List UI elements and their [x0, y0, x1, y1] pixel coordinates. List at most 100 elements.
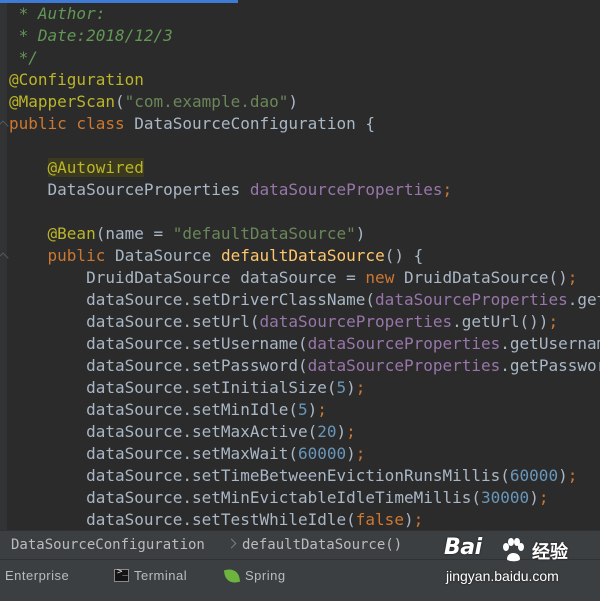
code-line[interactable]: dataSource.setUrl(dataSourceProperties.g…: [9, 311, 600, 333]
code-line[interactable]: dataSource.setMaxActive(20);: [9, 421, 600, 443]
code-token: ;: [346, 422, 356, 441]
terminal-tool-button[interactable]: Terminal: [134, 560, 187, 592]
code-token: DataSourceConfiguration {: [134, 114, 376, 133]
code-token: DataSourceProperties: [9, 180, 250, 199]
code-line[interactable]: dataSource.setInitialSize(5);: [9, 377, 600, 399]
code-token: ;: [442, 180, 453, 199]
code-line[interactable]: dataSource.setMinIdle(5);: [9, 399, 600, 421]
code-token: * Author:: [9, 4, 106, 23]
enterprise-tool-button[interactable]: Enterprise: [5, 560, 69, 592]
code-line[interactable]: dataSource.setDriverClassName(dataSource…: [9, 289, 600, 311]
watermark-brand: 经验: [532, 542, 568, 563]
code-line[interactable]: public class DataSourceConfiguration {: [0, 113, 600, 135]
code-token: dataSource.setMaxWait(: [9, 444, 298, 463]
breadcrumb-separator-icon: [226, 538, 237, 549]
code-token: 60000: [297, 444, 347, 463]
code-token: 20: [317, 422, 337, 441]
code-token: dataSourceProperties: [249, 180, 443, 199]
code-area[interactable]: * Author: * Date:2018/12/3 */ @Configurat…: [0, 3, 600, 530]
code-token: dataSource.setTimeBetweenEvictionRunsMil…: [9, 466, 510, 485]
code-line[interactable]: dataSource.setPassword(dataSourcePropert…: [9, 355, 600, 377]
code-token: ): [529, 488, 539, 507]
code-line[interactable]: DataSourceProperties dataSourcePropertie…: [9, 179, 600, 201]
code-token: ): [307, 400, 318, 419]
code-line[interactable]: * Date:2018/12/3: [9, 25, 600, 47]
code-token: ): [288, 92, 299, 111]
code-token: * Date:2018/12/3: [9, 26, 173, 45]
code-line[interactable]: dataSource.setMaxWait(60000);: [9, 443, 600, 465]
code-token: DruidDataSource dataSource =: [9, 268, 366, 287]
spring-tool-button[interactable]: Spring: [245, 560, 286, 592]
code-token: ): [336, 422, 347, 441]
fold-marker-icon[interactable]: [0, 120, 9, 132]
code-token: dataSource.setMinIdle(: [9, 400, 298, 419]
code-token: ;: [538, 488, 549, 507]
code-line[interactable]: * Author:: [9, 3, 600, 25]
code-line[interactable]: public DataSource defaultDataSource() {: [0, 245, 600, 267]
baidu-paw-icon: [503, 538, 524, 562]
code-token: @MapperScan: [9, 92, 115, 111]
fold-marker-icon[interactable]: [0, 252, 9, 264]
code-editor[interactable]: * Author: * Date:2018/12/3 */ @Configurat…: [0, 3, 600, 530]
code-line[interactable]: [9, 135, 600, 157]
code-token: DruidDataSource(): [403, 268, 568, 287]
code-token: ;: [355, 444, 366, 463]
code-token: dataSource.setUrl(: [9, 312, 260, 331]
code-line[interactable]: @MapperScan("com.example.dao"): [9, 91, 600, 113]
editor-gutter[interactable]: [0, 3, 7, 530]
code-token: dataSourceProperties: [307, 356, 501, 375]
code-token: ;: [317, 400, 327, 419]
code-line[interactable]: @Configuration: [9, 69, 600, 91]
code-token: "defaultDataSource": [172, 224, 356, 243]
terminal-icon: >_: [114, 567, 129, 582]
code-token: ;: [567, 268, 578, 287]
code-line[interactable]: [9, 201, 600, 223]
code-token: ;: [413, 510, 424, 529]
code-token: ;: [567, 466, 578, 485]
code-token: (: [114, 92, 125, 111]
code-line[interactable]: DruidDataSource dataSource = new DruidDa…: [9, 267, 600, 289]
code-token: (name =: [95, 224, 173, 243]
code-token: ): [346, 378, 356, 397]
code-token: "com.example.dao": [124, 92, 289, 111]
code-line[interactable]: */: [9, 47, 600, 69]
code-token: ): [355, 224, 366, 243]
baidu-watermark: Bai 经验 jingyan.baidu.com: [444, 535, 594, 597]
code-line[interactable]: dataSource.setTestWhileIdle(false);: [9, 509, 600, 530]
code-token: dataSource.setDriverClassName(: [9, 290, 376, 309]
breadcrumb-class[interactable]: DataSourceConfiguration: [11, 531, 205, 559]
breadcrumb-method[interactable]: defaultDataSource(): [242, 531, 402, 559]
code-token: dataSource.setUsername(: [9, 334, 308, 353]
code-token: .getPassword()): [500, 356, 600, 375]
code-line[interactable]: @Autowired: [9, 157, 600, 179]
code-token: false: [355, 510, 404, 529]
code-token: 30000: [481, 488, 530, 507]
code-token: .getUsername()): [500, 334, 600, 353]
code-token: */: [9, 48, 38, 67]
watermark-logo: Bai: [444, 535, 482, 560]
code-token: ): [346, 444, 356, 463]
code-token: @Bean: [47, 224, 96, 243]
terminal-icon-glyph: >_: [117, 567, 128, 577]
code-token: new: [365, 268, 404, 287]
code-token: dataSourceProperties: [259, 312, 453, 331]
code-token: ;: [548, 312, 559, 331]
code-token: @Autowired: [47, 158, 144, 177]
code-token: () {: [384, 246, 424, 265]
code-token: 60000: [509, 466, 559, 485]
code-token: .getDriverClassName()): [567, 290, 600, 309]
code-token: dataSource.setMinEvictableIdleTimeMillis…: [9, 488, 482, 507]
code-token: 5: [336, 378, 347, 397]
code-token: public: [47, 246, 115, 265]
code-line[interactable]: @Bean(name = "defaultDataSource"): [9, 223, 600, 245]
code-token: dataSourceProperties: [375, 290, 568, 309]
code-token: @Configuration: [9, 70, 144, 89]
code-token: defaultDataSource: [220, 246, 385, 265]
spring-icon: [223, 567, 241, 585]
code-token: ;: [355, 378, 366, 397]
code-token: .getUrl()): [452, 312, 549, 331]
code-line[interactable]: dataSource.setTimeBetweenEvictionRunsMil…: [9, 465, 600, 487]
code-line[interactable]: dataSource.setMinEvictableIdleTimeMillis…: [9, 487, 600, 509]
code-line[interactable]: dataSource.setUsername(dataSourcePropert…: [9, 333, 600, 355]
